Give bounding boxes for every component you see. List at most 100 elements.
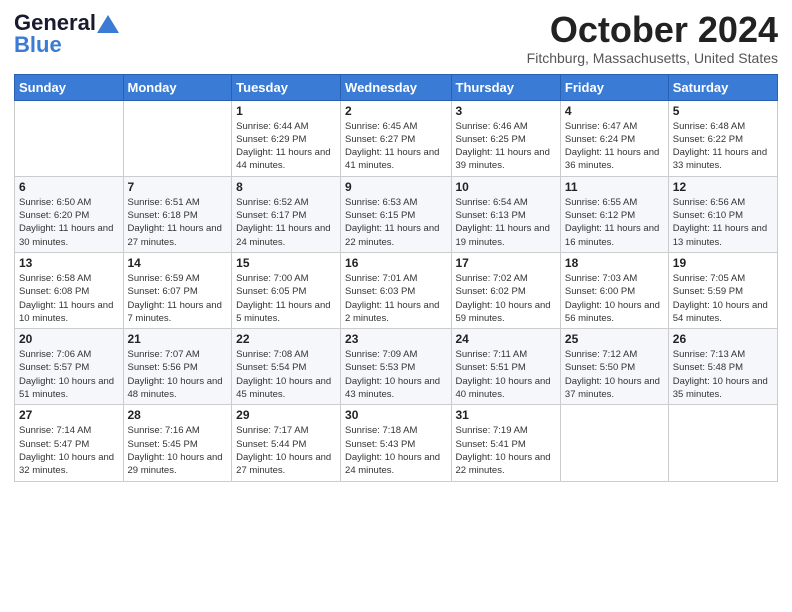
day-info: Sunrise: 7:12 AMSunset: 5:50 PMDaylight:… bbox=[565, 348, 664, 401]
table-row: 18 Sunrise: 7:03 AMSunset: 6:00 PMDayligh… bbox=[560, 252, 668, 328]
day-info: Sunrise: 7:19 AMSunset: 5:41 PMDaylight:… bbox=[456, 424, 556, 477]
day-number: 7 bbox=[128, 180, 228, 194]
table-row: 25 Sunrise: 7:12 AMSunset: 5:50 PMDayligh… bbox=[560, 329, 668, 405]
day-info: Sunrise: 7:00 AMSunset: 6:05 PMDaylight:… bbox=[236, 272, 336, 325]
table-row: 30 Sunrise: 7:18 AMSunset: 5:43 PMDayligh… bbox=[341, 405, 451, 481]
day-info: Sunrise: 7:11 AMSunset: 5:51 PMDaylight:… bbox=[456, 348, 556, 401]
day-info: Sunrise: 7:06 AMSunset: 5:57 PMDaylight:… bbox=[19, 348, 119, 401]
day-info: Sunrise: 7:09 AMSunset: 5:53 PMDaylight:… bbox=[345, 348, 446, 401]
day-number: 31 bbox=[456, 408, 556, 422]
day-number: 10 bbox=[456, 180, 556, 194]
table-row: 8 Sunrise: 6:52 AMSunset: 6:17 PMDaylight… bbox=[232, 176, 341, 252]
day-info: Sunrise: 6:47 AMSunset: 6:24 PMDaylight:… bbox=[565, 120, 664, 173]
col-wednesday: Wednesday bbox=[341, 74, 451, 100]
day-number: 15 bbox=[236, 256, 336, 270]
col-sunday: Sunday bbox=[15, 74, 124, 100]
day-info: Sunrise: 7:02 AMSunset: 6:02 PMDaylight:… bbox=[456, 272, 556, 325]
table-row: 17 Sunrise: 7:02 AMSunset: 6:02 PMDayligh… bbox=[451, 252, 560, 328]
calendar-table: Sunday Monday Tuesday Wednesday Thursday… bbox=[14, 74, 778, 482]
table-row: 31 Sunrise: 7:19 AMSunset: 5:41 PMDayligh… bbox=[451, 405, 560, 481]
logo: General Blue bbox=[14, 10, 119, 58]
table-row: 21 Sunrise: 7:07 AMSunset: 5:56 PMDayligh… bbox=[123, 329, 232, 405]
location: Fitchburg, Massachusetts, United States bbox=[527, 50, 778, 66]
col-saturday: Saturday bbox=[668, 74, 777, 100]
day-info: Sunrise: 6:56 AMSunset: 6:10 PMDaylight:… bbox=[673, 196, 773, 249]
calendar-header-row: Sunday Monday Tuesday Wednesday Thursday… bbox=[15, 74, 778, 100]
day-info: Sunrise: 7:07 AMSunset: 5:56 PMDaylight:… bbox=[128, 348, 228, 401]
calendar-week-row: 1 Sunrise: 6:44 AMSunset: 6:29 PMDaylight… bbox=[15, 100, 778, 176]
day-number: 9 bbox=[345, 180, 446, 194]
day-info: Sunrise: 6:45 AMSunset: 6:27 PMDaylight:… bbox=[345, 120, 446, 173]
day-number: 29 bbox=[236, 408, 336, 422]
table-row: 27Sunrise: 7:14 AMSunset: 5:47 PMDayligh… bbox=[15, 405, 124, 481]
day-info: Sunrise: 6:52 AMSunset: 6:17 PMDaylight:… bbox=[236, 196, 336, 249]
table-row: 20Sunrise: 7:06 AMSunset: 5:57 PMDayligh… bbox=[15, 329, 124, 405]
day-info: Sunrise: 6:53 AMSunset: 6:15 PMDaylight:… bbox=[345, 196, 446, 249]
day-info: Sunrise: 6:44 AMSunset: 6:29 PMDaylight:… bbox=[236, 120, 336, 173]
day-number: 11 bbox=[565, 180, 664, 194]
day-number: 24 bbox=[456, 332, 556, 346]
day-number: 22 bbox=[236, 332, 336, 346]
day-info: Sunrise: 6:51 AMSunset: 6:18 PMDaylight:… bbox=[128, 196, 228, 249]
day-number: 6 bbox=[19, 180, 119, 194]
table-row: 29 Sunrise: 7:17 AMSunset: 5:44 PMDayligh… bbox=[232, 405, 341, 481]
day-number: 19 bbox=[673, 256, 773, 270]
day-info: Sunrise: 6:58 AMSunset: 6:08 PMDaylight:… bbox=[19, 272, 119, 325]
logo-blue: Blue bbox=[14, 32, 62, 58]
col-tuesday: Tuesday bbox=[232, 74, 341, 100]
day-number: 12 bbox=[673, 180, 773, 194]
table-row: 22 Sunrise: 7:08 AMSunset: 5:54 PMDayligh… bbox=[232, 329, 341, 405]
table-row: 6Sunrise: 6:50 AMSunset: 6:20 PMDaylight… bbox=[15, 176, 124, 252]
col-thursday: Thursday bbox=[451, 74, 560, 100]
logo-arrow-icon bbox=[97, 15, 119, 33]
day-number: 13 bbox=[19, 256, 119, 270]
day-number: 23 bbox=[345, 332, 446, 346]
calendar-week-row: 13 Sunrise: 6:58 AMSunset: 6:08 PMDayligh… bbox=[15, 252, 778, 328]
calendar-week-row: 6Sunrise: 6:50 AMSunset: 6:20 PMDaylight… bbox=[15, 176, 778, 252]
table-row bbox=[15, 100, 124, 176]
table-row: 1 Sunrise: 6:44 AMSunset: 6:29 PMDaylight… bbox=[232, 100, 341, 176]
day-info: Sunrise: 7:01 AMSunset: 6:03 PMDaylight:… bbox=[345, 272, 446, 325]
day-info: Sunrise: 6:59 AMSunset: 6:07 PMDaylight:… bbox=[128, 272, 228, 325]
day-info: Sunrise: 7:16 AMSunset: 5:45 PMDaylight:… bbox=[128, 424, 228, 477]
table-row: 5 Sunrise: 6:48 AMSunset: 6:22 PMDaylight… bbox=[668, 100, 777, 176]
table-row: 16 Sunrise: 7:01 AMSunset: 6:03 PMDayligh… bbox=[341, 252, 451, 328]
day-number: 25 bbox=[565, 332, 664, 346]
day-number: 1 bbox=[236, 104, 336, 118]
table-row: 12 Sunrise: 6:56 AMSunset: 6:10 PMDayligh… bbox=[668, 176, 777, 252]
col-monday: Monday bbox=[123, 74, 232, 100]
day-number: 4 bbox=[565, 104, 664, 118]
table-row: 13 Sunrise: 6:58 AMSunset: 6:08 PMDayligh… bbox=[15, 252, 124, 328]
table-row: 23 Sunrise: 7:09 AMSunset: 5:53 PMDayligh… bbox=[341, 329, 451, 405]
table-row bbox=[560, 405, 668, 481]
day-number: 14 bbox=[128, 256, 228, 270]
calendar-week-row: 27Sunrise: 7:14 AMSunset: 5:47 PMDayligh… bbox=[15, 405, 778, 481]
day-info: Sunrise: 7:08 AMSunset: 5:54 PMDaylight:… bbox=[236, 348, 336, 401]
day-info: Sunrise: 7:03 AMSunset: 6:00 PMDaylight:… bbox=[565, 272, 664, 325]
table-row: 15 Sunrise: 7:00 AMSunset: 6:05 PMDayligh… bbox=[232, 252, 341, 328]
day-number: 16 bbox=[345, 256, 446, 270]
table-row: 10Sunrise: 6:54 AMSunset: 6:13 PMDayligh… bbox=[451, 176, 560, 252]
day-number: 8 bbox=[236, 180, 336, 194]
header: General Blue October 2024 Fitchburg, Mas… bbox=[14, 10, 778, 66]
day-number: 27 bbox=[19, 408, 119, 422]
day-number: 30 bbox=[345, 408, 446, 422]
day-info: Sunrise: 7:17 AMSunset: 5:44 PMDaylight:… bbox=[236, 424, 336, 477]
day-number: 5 bbox=[673, 104, 773, 118]
day-number: 21 bbox=[128, 332, 228, 346]
table-row: 19 Sunrise: 7:05 AMSunset: 5:59 PMDayligh… bbox=[668, 252, 777, 328]
day-number: 17 bbox=[456, 256, 556, 270]
day-info: Sunrise: 7:13 AMSunset: 5:48 PMDaylight:… bbox=[673, 348, 773, 401]
day-info: Sunrise: 7:18 AMSunset: 5:43 PMDaylight:… bbox=[345, 424, 446, 477]
day-number: 18 bbox=[565, 256, 664, 270]
day-info: Sunrise: 7:05 AMSunset: 5:59 PMDaylight:… bbox=[673, 272, 773, 325]
calendar-week-row: 20Sunrise: 7:06 AMSunset: 5:57 PMDayligh… bbox=[15, 329, 778, 405]
table-row bbox=[668, 405, 777, 481]
day-number: 2 bbox=[345, 104, 446, 118]
table-row: 9 Sunrise: 6:53 AMSunset: 6:15 PMDaylight… bbox=[341, 176, 451, 252]
day-info: Sunrise: 6:48 AMSunset: 6:22 PMDaylight:… bbox=[673, 120, 773, 173]
table-row: 7 Sunrise: 6:51 AMSunset: 6:18 PMDaylight… bbox=[123, 176, 232, 252]
table-row: 2 Sunrise: 6:45 AMSunset: 6:27 PMDaylight… bbox=[341, 100, 451, 176]
table-row: 26Sunrise: 7:13 AMSunset: 5:48 PMDayligh… bbox=[668, 329, 777, 405]
day-number: 28 bbox=[128, 408, 228, 422]
